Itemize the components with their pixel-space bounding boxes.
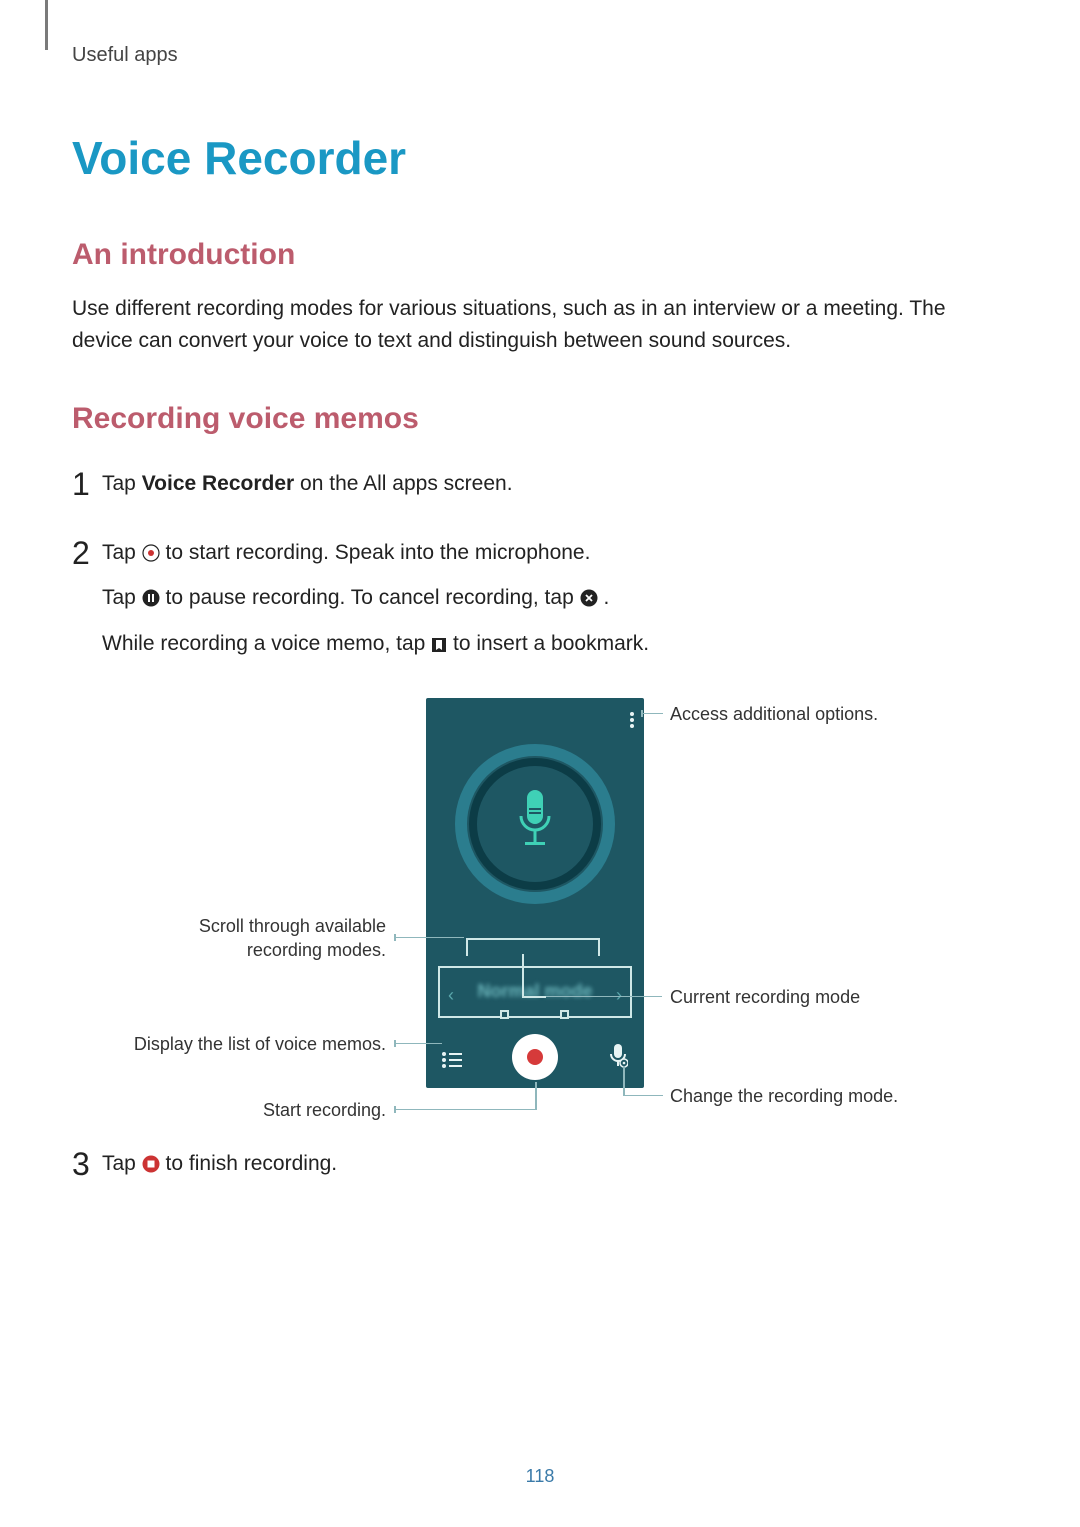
lead bbox=[535, 1082, 537, 1110]
section-heading-introduction: An introduction bbox=[72, 232, 1008, 279]
page-number: 118 bbox=[0, 1463, 1080, 1491]
text: to insert a bookmark. bbox=[453, 632, 649, 655]
tick bbox=[641, 710, 643, 717]
lead bbox=[623, 1066, 625, 1096]
text: Tap bbox=[102, 541, 142, 564]
step-number: 3 bbox=[72, 1148, 102, 1180]
lead bbox=[641, 713, 663, 715]
more-options-icon bbox=[630, 706, 634, 739]
app-name-bold: Voice Recorder bbox=[142, 472, 295, 495]
pause-icon bbox=[142, 585, 160, 618]
phone-screenshot: ‹ Normal mode › bbox=[426, 698, 644, 1088]
callout-current-mode: Current recording mode bbox=[670, 985, 860, 1009]
lead bbox=[546, 996, 662, 998]
step-3: 3 Tap to finish recording. bbox=[72, 1148, 1008, 1194]
callout-start: Start recording. bbox=[242, 1098, 386, 1122]
bottom-controls bbox=[426, 1034, 644, 1084]
tick bbox=[394, 1106, 396, 1113]
margin-rule bbox=[45, 0, 48, 50]
record-button bbox=[512, 1034, 558, 1080]
text: recording modes. bbox=[247, 940, 386, 960]
step-2-line-2: Tap to pause recording. To cancel record… bbox=[102, 582, 1008, 618]
section-heading-memos: Recording voice memos bbox=[72, 396, 1008, 443]
tick bbox=[394, 1040, 396, 1047]
breadcrumb: Useful apps bbox=[72, 40, 1008, 71]
text: . bbox=[603, 586, 609, 609]
lead bbox=[394, 937, 464, 939]
step-1: 1 Tap Voice Recorder on the All apps scr… bbox=[72, 468, 1008, 511]
record-dot-icon bbox=[527, 1049, 543, 1065]
text: to start recording. Speak into the micro… bbox=[166, 541, 591, 564]
page-content: Useful apps Voice Recorder An introducti… bbox=[0, 0, 1080, 1193]
microphone-icon bbox=[515, 790, 555, 863]
voice-recorder-figure: ‹ Normal mode › bbox=[72, 698, 1008, 1148]
tick bbox=[394, 934, 396, 941]
step-number: 1 bbox=[72, 468, 102, 500]
callout-change-mode: Change the recording mode. bbox=[670, 1084, 898, 1108]
step-number: 2 bbox=[72, 537, 102, 569]
callout-scroll-modes: Scroll through available recording modes… bbox=[172, 914, 386, 963]
cancel-icon bbox=[580, 585, 598, 618]
lead bbox=[394, 1043, 442, 1045]
step-1-text: Tap Voice Recorder on the All apps scree… bbox=[102, 468, 1008, 501]
text: on the All apps screen. bbox=[294, 472, 512, 495]
step-2-line-3: While recording a voice memo, tap to ins… bbox=[102, 628, 1008, 664]
text: Tap bbox=[102, 1152, 142, 1175]
text: Tap bbox=[102, 586, 142, 609]
list-icon bbox=[442, 1046, 462, 1079]
marker-sq bbox=[500, 1010, 509, 1019]
page-title: Voice Recorder bbox=[72, 123, 1008, 194]
text: to pause recording. To cancel recording,… bbox=[166, 586, 580, 609]
callout-options: Access additional options. bbox=[670, 702, 878, 726]
mic-settings-icon bbox=[608, 1044, 628, 1079]
step-3-text: Tap to finish recording. bbox=[102, 1148, 1008, 1184]
stop-icon bbox=[142, 1151, 160, 1184]
lead bbox=[394, 1109, 536, 1111]
text: Tap bbox=[102, 472, 142, 495]
step-2: 2 Tap to start recording. Speak into the… bbox=[72, 537, 1008, 674]
intro-paragraph: Use different recording modes for variou… bbox=[72, 293, 1008, 358]
step-2-line-1: Tap to start recording. Speak into the m… bbox=[102, 537, 1008, 573]
text: to finish recording. bbox=[166, 1152, 338, 1175]
text: While recording a voice memo, tap bbox=[102, 632, 431, 655]
callout-list: Display the list of voice memos. bbox=[122, 1032, 386, 1056]
record-icon bbox=[142, 540, 160, 573]
marker-sq bbox=[560, 1010, 569, 1019]
bracket-current bbox=[522, 954, 546, 998]
bookmark-icon bbox=[431, 631, 447, 664]
lead bbox=[623, 1095, 663, 1097]
text: Scroll through available bbox=[199, 916, 386, 936]
